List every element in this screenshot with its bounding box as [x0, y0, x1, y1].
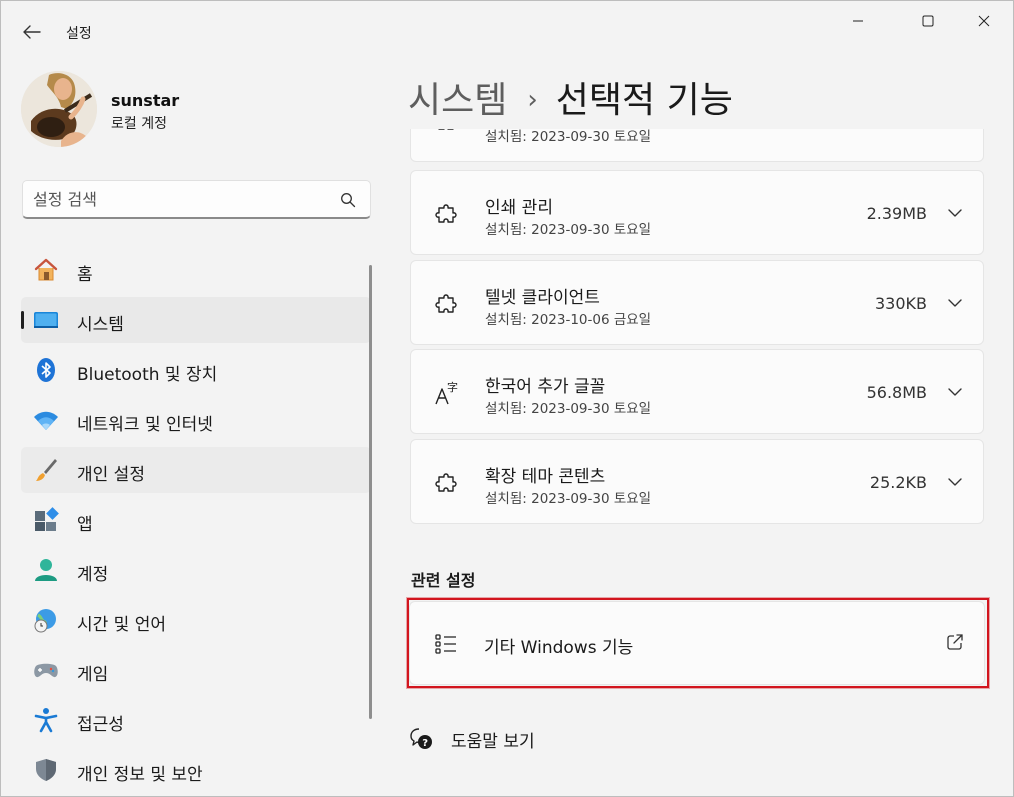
system-icon — [33, 307, 59, 333]
active-indicator — [21, 311, 24, 329]
maximize-button[interactable] — [905, 5, 951, 37]
chevron-down-icon[interactable] — [947, 384, 963, 400]
svg-text:?: ? — [422, 738, 428, 749]
open-external-icon — [947, 634, 963, 650]
sidebar-item-label: 개인 정보 및 보안 — [77, 765, 203, 785]
feature-install-date: 설치됨: 2023-10-06 금요일 — [485, 312, 652, 328]
feature-card-partial[interactable]: 설치됨: 2023-09-30 토요일 — [410, 129, 984, 162]
sidebar-nav: 홈 시스템 Bluetooth 및 장치 네트워크 및 인터넷 개인 설정 앱 … — [21, 247, 371, 797]
get-help-link[interactable]: ? 도움말 보기 — [409, 726, 609, 756]
bluetooth-icon — [33, 357, 59, 383]
sidebar-item-label: 홈 — [77, 265, 93, 285]
sidebar-item-gaming[interactable]: 게임 — [21, 647, 371, 693]
user-profile[interactable]: sunstar 로컬 계정 — [21, 71, 361, 151]
sidebar-item-label: Bluetooth 및 장치 — [77, 365, 218, 385]
avatar-image — [21, 71, 97, 147]
feature-install-date: 설치됨: 2023-09-30 토요일 — [485, 491, 652, 507]
chevron-down-icon[interactable] — [947, 295, 963, 311]
breadcrumb-separator: › — [527, 85, 538, 115]
feature-card[interactable]: 텔넷 클라이언트 설치됨: 2023-10-06 금요일 330KB — [410, 260, 984, 345]
sidebar-item-label: 개인 설정 — [77, 465, 145, 485]
title-bar: 설정 — [1, 1, 1013, 63]
sidebar-item-bluetooth[interactable]: Bluetooth 및 장치 — [21, 347, 371, 393]
feature-card[interactable]: 확장 테마 콘텐츠 설치됨: 2023-09-30 토요일 25.2KB — [410, 439, 984, 524]
feature-name: 인쇄 관리 — [485, 198, 553, 218]
chevron-down-icon[interactable] — [947, 205, 963, 221]
avatar — [21, 71, 97, 147]
list-icon — [435, 634, 456, 654]
close-icon — [978, 15, 990, 27]
minimize-button[interactable] — [835, 5, 881, 37]
main-content: 설치됨: 2023-09-30 토요일 인쇄 관리 설치됨: 2023-09-3… — [409, 129, 985, 797]
sidebar-item-label: 시스템 — [77, 315, 124, 335]
sidebar-item-accounts[interactable]: 계정 — [21, 547, 371, 593]
account-icon — [33, 557, 59, 583]
apps-icon — [33, 507, 59, 533]
minimize-icon — [853, 20, 863, 22]
feature-card[interactable]: 字 한국어 추가 글꼴 설치됨: 2023-09-30 토요일 56.8MB — [410, 349, 984, 434]
sidebar-item-system[interactable]: 시스템 — [21, 297, 371, 343]
settings-window: 설정 sunstar 로컬 계정 설정 검색 홈 시스템 Bluetooth 및… — [0, 0, 1014, 797]
feature-size: 25.2KB — [869, 473, 927, 492]
feature-name: 한국어 추가 글꼴 — [485, 377, 606, 397]
sidebar-item-accessibility[interactable]: 접근성 — [21, 697, 371, 743]
sidebar-item-label: 네트워크 및 인터넷 — [77, 415, 213, 435]
feature-install-date: 설치됨: 2023-09-30 토요일 — [485, 401, 652, 417]
arrow-left-icon — [23, 25, 41, 39]
get-help-label: 도움말 보기 — [451, 732, 535, 752]
puzzle-icon — [438, 129, 454, 130]
windows-features-label: 기타 Windows 기능 — [484, 638, 634, 658]
help-icon: ? — [410, 728, 432, 749]
user-name: sunstar — [111, 91, 180, 110]
feature-name: 텔넷 클라이언트 — [485, 288, 600, 308]
maximize-icon — [922, 15, 934, 27]
close-button[interactable] — [961, 5, 1007, 37]
sidebar-item-time-language[interactable]: 시간 및 언어 — [21, 597, 371, 643]
sidebar-item-label: 접근성 — [77, 715, 124, 735]
feature-size: 2.39MB — [866, 204, 927, 223]
gamepad-icon — [33, 657, 59, 683]
feature-size: 56.8MB — [866, 383, 927, 402]
search-input[interactable] — [33, 181, 333, 217]
sidebar-item-label: 앱 — [77, 515, 93, 535]
home-icon — [33, 257, 59, 283]
sidebar-item-personalization[interactable]: 개인 설정 — [21, 447, 371, 493]
sidebar-item-apps[interactable]: 앱 — [21, 497, 371, 543]
feature-name: 확장 테마 콘텐츠 — [485, 467, 606, 487]
sidebar-item-label: 게임 — [77, 665, 109, 685]
sidebar-item-label: 시간 및 언어 — [77, 615, 167, 635]
app-title: 설정 — [66, 26, 92, 42]
sidebar-item-network[interactable]: 네트워크 및 인터넷 — [21, 397, 371, 443]
sidebar-item-home[interactable]: 홈 — [21, 247, 371, 293]
breadcrumb: 시스템 › 선택적 기능 — [408, 71, 733, 123]
feature-size: 330KB — [874, 294, 927, 313]
chevron-down-icon[interactable] — [947, 474, 963, 490]
brush-icon — [33, 457, 59, 483]
accessibility-icon — [33, 707, 59, 733]
page-title: 선택적 기능 — [555, 80, 733, 121]
puzzle-icon — [435, 204, 457, 223]
search-icon[interactable] — [340, 192, 356, 208]
globe-clock-icon — [33, 607, 59, 633]
feature-install-date: 설치됨: 2023-09-30 토요일 — [485, 222, 652, 238]
svg-text:字: 字 — [447, 380, 458, 394]
shield-icon — [33, 757, 59, 783]
sidebar-scrollbar[interactable] — [369, 265, 372, 719]
puzzle-icon — [435, 473, 457, 492]
sidebar-item-label: 계정 — [77, 565, 109, 585]
feature-install-date: 설치됨: 2023-09-30 토요일 — [485, 129, 652, 145]
font-icon: 字 — [435, 380, 458, 405]
back-button[interactable] — [15, 17, 49, 47]
breadcrumb-parent[interactable]: 시스템 — [408, 80, 507, 121]
wifi-icon — [33, 407, 59, 433]
windows-features-link[interactable]: 기타 Windows 기능 — [409, 601, 985, 685]
sidebar-item-privacy-security[interactable]: 개인 정보 및 보안 — [21, 747, 371, 793]
puzzle-icon — [435, 294, 457, 313]
settings-search-box[interactable] — [22, 180, 371, 219]
feature-card[interactable]: 인쇄 관리 설치됨: 2023-09-30 토요일 2.39MB — [410, 170, 984, 255]
account-type: 로컬 계정 — [111, 116, 167, 132]
related-settings-heading: 관련 설정 — [411, 571, 476, 590]
